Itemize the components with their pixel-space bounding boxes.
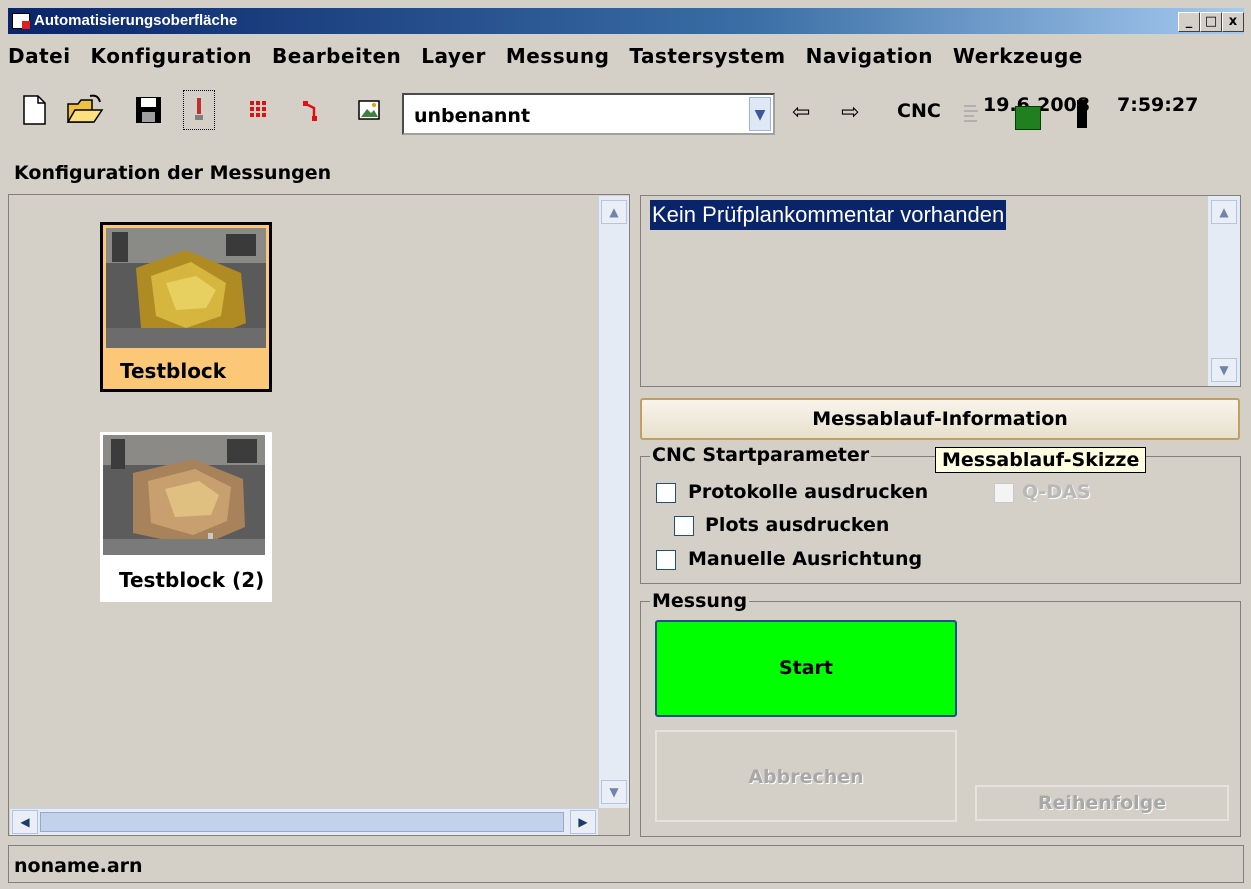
scroll-thumb[interactable]	[40, 812, 564, 832]
qdas-checkbox	[994, 483, 1014, 503]
measurement-item-testblock-2[interactable]: Testblock (2)	[100, 432, 272, 602]
cnc-group-title: CNC Startparameter	[650, 444, 872, 466]
messung-group-title: Messung	[650, 590, 750, 612]
plots-label[interactable]: Plots ausdrucken	[705, 514, 889, 536]
qdas-label: Q-DAS	[1022, 481, 1091, 503]
minimize-button[interactable]: _	[1178, 12, 1200, 32]
item-label: Testblock	[120, 359, 227, 383]
manuelle-ausrichtung-checkbox[interactable]	[656, 550, 676, 570]
comment-scrollbar[interactable]: ▲ ▼	[1208, 196, 1240, 386]
status-bar	[8, 845, 1244, 883]
menu-werkzeuge[interactable]: Werkzeuge	[953, 44, 1083, 68]
time-display: 7:59:27	[1117, 94, 1199, 116]
left-vertical-scrollbar[interactable]: ▲ ▼	[598, 196, 629, 808]
testblock-2-image	[103, 435, 265, 555]
start-button[interactable]: Start	[655, 620, 957, 717]
open-folder-icon[interactable]	[66, 92, 104, 128]
menu-layer[interactable]: Layer	[421, 44, 486, 68]
chevron-down-icon[interactable]: ▼	[749, 97, 771, 131]
close-button[interactable]: x	[1222, 12, 1244, 32]
scroll-up-icon[interactable]: ▲	[1211, 200, 1237, 224]
scroll-up-icon[interactable]: ▲	[601, 200, 627, 224]
manuelle-ausrichtung-label[interactable]: Manuelle Ausrichtung	[688, 548, 922, 570]
app-icon[interactable]	[12, 13, 30, 29]
menu-konfiguration[interactable]: Konfiguration	[91, 44, 253, 68]
maximize-button[interactable]: □	[1200, 12, 1222, 32]
scroll-down-icon[interactable]: ▼	[1211, 358, 1237, 382]
scroll-down-icon[interactable]: ▼	[601, 780, 627, 804]
menu-messung[interactable]: Messung	[506, 44, 610, 68]
status-filename: noname.arn	[14, 855, 143, 877]
testblock-image	[106, 228, 266, 348]
probe-icon[interactable]	[183, 90, 215, 130]
menu-navigation[interactable]: Navigation	[806, 44, 933, 68]
device-status-icon	[1077, 100, 1087, 128]
menu-bar: Datei Konfiguration Bearbeiten Layer Mes…	[8, 44, 1096, 76]
measurement-plan-combobox[interactable]: unbenannt ▼	[402, 93, 775, 135]
reihenfolge-button[interactable]: Reihenfolge	[975, 785, 1229, 821]
protokolle-label[interactable]: Protokolle ausdrucken	[688, 481, 928, 503]
abbrechen-button[interactable]: Abbrechen	[655, 730, 957, 822]
forward-arrow-icon[interactable]: ⇨	[841, 100, 859, 125]
grid-points-icon[interactable]	[247, 92, 277, 128]
title-bar[interactable]: Automatisierungsoberfläche _ □ x	[8, 8, 1244, 34]
messablauf-information-button[interactable]: Messablauf-Information	[640, 398, 1240, 440]
plots-checkbox[interactable]	[674, 516, 694, 536]
chip-icon	[1015, 106, 1041, 130]
menu-datei[interactable]: Datei	[8, 44, 71, 68]
path-icon[interactable]	[300, 92, 330, 128]
new-file-icon[interactable]	[20, 92, 50, 128]
menu-tastersystem[interactable]: Tastersystem	[629, 44, 785, 68]
cnc-label[interactable]: CNC	[897, 100, 941, 122]
image-icon[interactable]	[354, 92, 384, 128]
scroll-corner	[598, 808, 628, 834]
protokolle-checkbox[interactable]	[656, 483, 676, 503]
scroll-left-icon[interactable]: ◀	[12, 810, 38, 834]
item-label: Testblock (2)	[119, 568, 265, 592]
window-title: Automatisierungsoberfläche	[34, 12, 238, 29]
controller-icon	[962, 102, 982, 124]
measurement-item-testblock[interactable]: Testblock	[100, 222, 272, 392]
combobox-value: unbenannt	[414, 105, 531, 127]
left-horizontal-scrollbar[interactable]: ◀ ▶	[10, 808, 598, 835]
tooltip: Messablauf-Skizze	[935, 447, 1147, 473]
section-title: Konfiguration der Messungen	[14, 162, 332, 184]
scroll-right-icon[interactable]: ▶	[570, 810, 596, 834]
menu-bearbeiten[interactable]: Bearbeiten	[272, 44, 401, 68]
back-arrow-icon[interactable]: ⇦	[792, 100, 810, 125]
comment-text[interactable]: Kein Prüfplankommentar vorhanden	[650, 200, 1007, 230]
save-icon[interactable]	[134, 92, 164, 128]
